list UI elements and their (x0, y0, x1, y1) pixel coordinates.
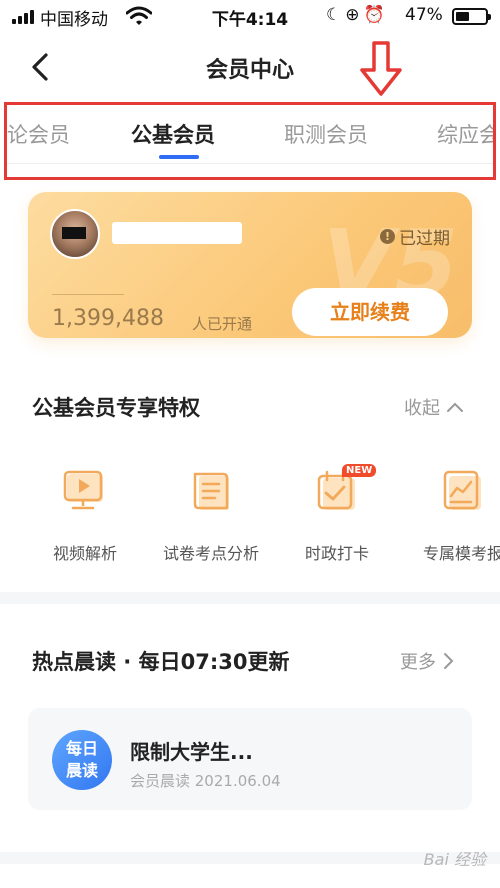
username-redacted (112, 222, 242, 244)
tab-member-0[interactable]: 论会员 (7, 119, 70, 149)
moon-icon: ☾ (326, 5, 346, 25)
daily-reading-badge: 每日 晨读 (52, 730, 112, 790)
avatar-redaction (62, 227, 86, 239)
page-title: 会员中心 (205, 58, 294, 83)
tab-active-indicator (159, 155, 199, 159)
privilege-item-video[interactable]: 视频解析 (20, 466, 150, 564)
tab-member-2[interactable]: 职测会员 (284, 119, 368, 149)
more-link[interactable]: 更多 (400, 648, 454, 674)
chevron-up-icon (447, 402, 463, 412)
privilege-item-mock-report[interactable]: 专属模考报 (398, 466, 500, 564)
collapse-label: 收起 (404, 398, 440, 419)
tab-divider (7, 163, 493, 164)
exclamation-icon: ! (380, 229, 395, 244)
new-badge: NEW (342, 464, 377, 477)
privilege-label: 视频解析 (52, 544, 117, 563)
battery-icon (452, 8, 491, 25)
privilege-label: 时政打卡 (304, 544, 369, 563)
chart-report-icon (443, 470, 481, 510)
nav-bar: 会员中心 (0, 34, 500, 100)
member-count-suffix: 人已开通 (192, 315, 253, 333)
tab-member-3[interactable]: 综应会 (437, 119, 493, 149)
card-divider (52, 294, 124, 295)
battery-fill (456, 12, 469, 21)
scroll-icon (193, 472, 229, 510)
member-tabs: 论会员 公基会员 职测会员 综应会 (4, 102, 496, 180)
chevron-right-icon (444, 653, 454, 669)
alarm-icon: ⏰ (363, 5, 389, 25)
video-play-icon (63, 470, 103, 510)
privileges-title: 公基会员专享特权 (32, 396, 200, 420)
member-count: 1,399,488 (52, 306, 164, 331)
member-card: V5 ! 已过期 1,399,488 人已开通 立即续费 (28, 192, 472, 338)
privilege-item-exam-analysis[interactable]: 试卷考点分析 (146, 466, 276, 564)
privilege-label: 试卷考点分析 (162, 544, 259, 563)
rotation-lock-icon: ⊕ (345, 5, 364, 25)
down-arrow-annotation-icon (360, 41, 402, 96)
tab-member-1[interactable]: 公基会员 (131, 119, 215, 149)
status-text: 已过期 (399, 229, 450, 249)
avatar[interactable] (50, 209, 100, 259)
news-title: 热点晨读 · 每日07:30更新 (32, 650, 290, 674)
status-badge: ! 已过期 (380, 224, 450, 249)
news-item-meta: 会员晨读 2021.06.04 (130, 772, 281, 790)
status-bar: 中国移动 下午4:14 ☾⊕⏰ 47% (0, 0, 500, 34)
privilege-item-checkin[interactable]: NEW 时政打卡 (272, 464, 402, 564)
renew-button[interactable]: 立即续费 (292, 288, 448, 336)
baidu-watermark: Bai 经验 (423, 850, 486, 869)
news-item-card[interactable]: 每日 晨读 限制大学生... 会员晨读 2021.06.04 (28, 708, 472, 810)
battery-percent: 47% (405, 5, 443, 25)
collapse-toggle[interactable]: 收起 (404, 394, 464, 420)
news-item-title: 限制大学生... (130, 740, 253, 764)
privilege-label: 专属模考报 (422, 544, 500, 563)
section-divider (0, 592, 500, 604)
more-label: 更多 (400, 652, 436, 673)
